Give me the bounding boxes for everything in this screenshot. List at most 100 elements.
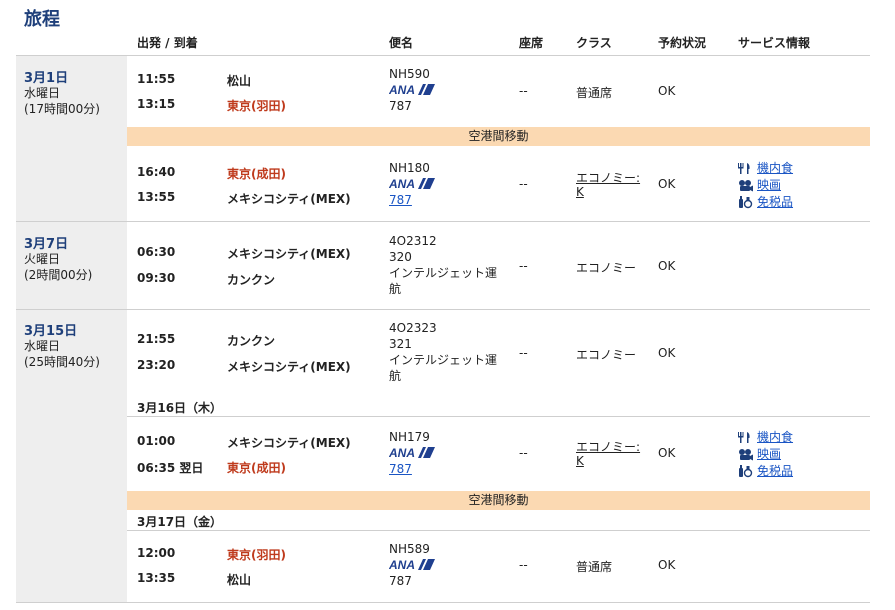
arrival-time: 13:35 [137, 571, 176, 585]
departure-time: 12:00 [137, 546, 176, 560]
departure-city: 松山 [227, 74, 252, 88]
departure-city: 東京(成田) [227, 167, 286, 181]
seat: -- [519, 558, 528, 572]
seat: -- [519, 346, 528, 360]
class-code-link[interactable]: K [576, 185, 584, 199]
arrival-time: 06:35 翌日 [137, 461, 204, 475]
divider [16, 309, 870, 310]
transfer-band: 空港間移動 [127, 127, 870, 146]
movie-link[interactable]: 映画 [757, 446, 781, 463]
header-class: クラス [576, 36, 612, 50]
header-flight: 便名 [389, 36, 414, 50]
arrival-time: 13:15 [137, 97, 176, 111]
day-duration: (2時間00分) [24, 268, 93, 282]
aircraft: 787 [389, 574, 412, 588]
divider [16, 55, 870, 56]
meal-icon [738, 432, 750, 443]
arrival-time: 09:30 [137, 271, 176, 285]
movie-icon [739, 449, 753, 461]
status: OK [658, 84, 676, 98]
arrival-city: メキシコシティ(MEX) [227, 360, 351, 374]
aircraft: 321 [389, 337, 412, 351]
seat: -- [519, 84, 528, 98]
class: 普通席 [576, 560, 613, 574]
day-weekday: 水曜日 [24, 86, 61, 100]
seat: -- [519, 446, 528, 460]
aircraft: 320 [389, 250, 412, 264]
operator-cont: 航 [389, 282, 402, 296]
day-duration: (17時間00分) [24, 102, 100, 116]
sub-date: 3月16日（木） [137, 401, 223, 415]
departure-city: メキシコシティ(MEX) [227, 436, 351, 450]
aircraft-link[interactable]: 787 [389, 192, 412, 208]
flight-number: NH179 [389, 430, 430, 444]
aircraft: 787 [389, 99, 412, 113]
seat: -- [519, 177, 528, 191]
duty-free-icon [738, 465, 753, 478]
departure-time: 11:55 [137, 72, 176, 86]
flight-number: NH180 [389, 161, 430, 175]
divider [127, 416, 870, 417]
status: OK [658, 177, 676, 191]
departure-time: 21:55 [137, 332, 176, 346]
class: 普通席 [576, 86, 613, 100]
class-link[interactable]: エコノミー: [576, 438, 640, 455]
operator: インテルジェット運 [389, 353, 498, 367]
day-weekday: 水曜日 [24, 339, 61, 353]
arrival-time: 13:55 [137, 190, 176, 204]
ana-logo-icon [389, 177, 435, 190]
transfer-band: 空港間移動 [127, 491, 870, 510]
arrival-city: 松山 [227, 573, 252, 587]
status: OK [658, 446, 676, 460]
header-depart-arrive: 出発 / 到着 [137, 36, 198, 50]
aircraft-link[interactable]: 787 [389, 461, 412, 477]
service-info: 機内食 映画 免税品 [738, 160, 793, 211]
class: エコノミー [576, 261, 637, 275]
divider [16, 602, 870, 603]
seat: -- [519, 259, 528, 273]
duty-free-link[interactable]: 免税品 [757, 463, 793, 480]
status: OK [658, 259, 676, 273]
flight-number: NH589 [389, 542, 430, 556]
duty-free-link[interactable]: 免税品 [757, 194, 793, 211]
meal-icon [738, 163, 750, 174]
ana-logo-icon [389, 558, 435, 571]
status: OK [658, 346, 676, 360]
duty-free-icon [738, 196, 753, 209]
header-service: サービス情報 [738, 36, 811, 50]
class: エコノミー [576, 348, 637, 362]
page-title: 旅程 [24, 9, 60, 30]
operator-cont: 航 [389, 369, 402, 383]
ana-logo-icon [389, 446, 435, 459]
movie-icon [739, 180, 753, 192]
divider [127, 530, 870, 531]
flight-number: 4O2312 [389, 234, 437, 248]
header-status: 予約状況 [658, 36, 707, 50]
arrival-city: メキシコシティ(MEX) [227, 192, 351, 206]
ana-logo-icon [389, 83, 435, 96]
header-seat: 座席 [519, 36, 544, 50]
service-info: 機内食 映画 免税品 [738, 429, 793, 480]
sub-date: 3月17日（金） [137, 515, 223, 529]
arrival-city: 東京(成田) [227, 461, 286, 475]
flight-number: 4O2323 [389, 321, 437, 335]
departure-time: 16:40 [137, 165, 176, 179]
arrival-city: カンクン [227, 273, 276, 287]
arrival-time: 23:20 [137, 358, 176, 372]
departure-city: 東京(羽田) [227, 548, 286, 562]
day-duration: (25時間40分) [24, 355, 100, 369]
arrival-city: 東京(羽田) [227, 99, 286, 113]
class-link[interactable]: エコノミー: [576, 169, 640, 186]
status: OK [658, 558, 676, 572]
departure-time: 01:00 [137, 434, 176, 448]
meal-link[interactable]: 機内食 [757, 160, 793, 177]
flight-number: NH590 [389, 67, 430, 81]
meal-link[interactable]: 機内食 [757, 429, 793, 446]
departure-city: カンクン [227, 334, 276, 348]
divider [16, 221, 870, 222]
movie-link[interactable]: 映画 [757, 177, 781, 194]
operator: インテルジェット運 [389, 266, 498, 280]
departure-city: メキシコシティ(MEX) [227, 247, 351, 261]
class-code-link[interactable]: K [576, 454, 584, 468]
departure-time: 06:30 [137, 245, 176, 259]
